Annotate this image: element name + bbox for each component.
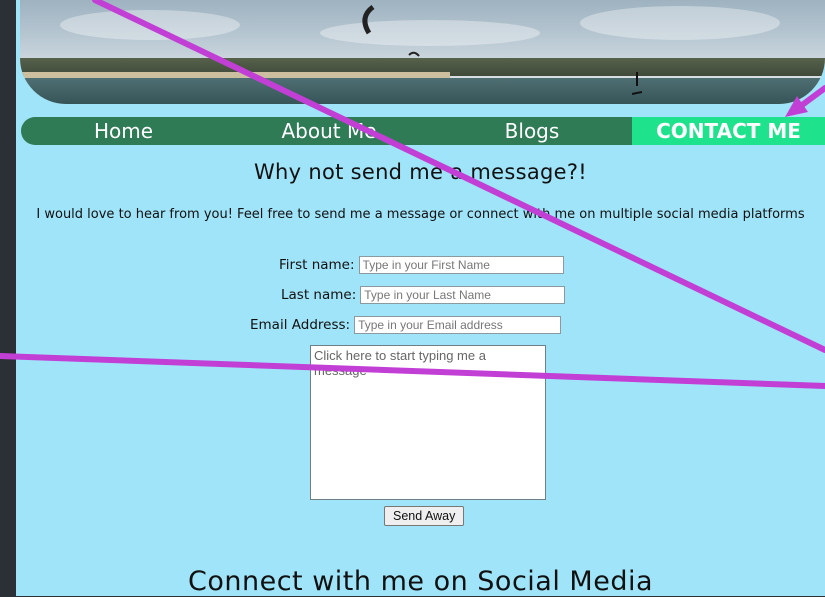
annotation-line-diagonal [92, 0, 825, 353]
annotation-overlay [0, 0, 825, 389]
annotation-line-horizontal [0, 353, 825, 389]
